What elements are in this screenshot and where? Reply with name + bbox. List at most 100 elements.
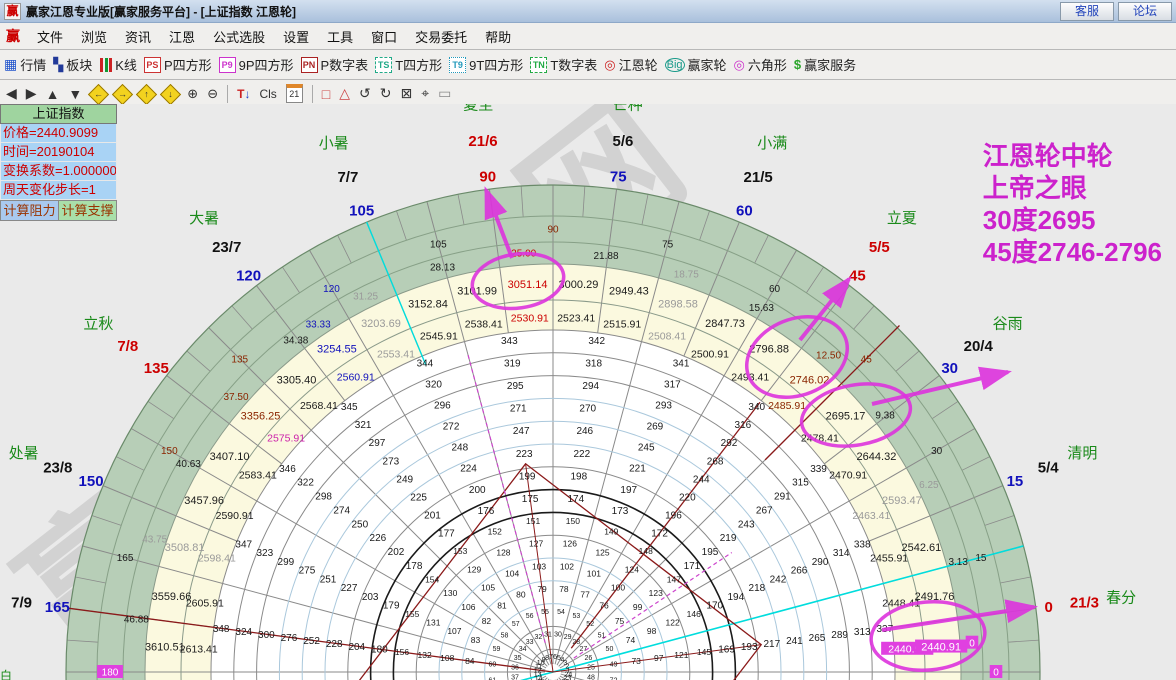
- customer-service-button[interactable]: 客服: [1060, 1, 1114, 21]
- menu-formula-stockpick[interactable]: 公式选股: [204, 24, 274, 49]
- svg-text:3457.96: 3457.96: [184, 495, 224, 507]
- svg-text:34: 34: [519, 646, 527, 653]
- toolbar-kline[interactable]: K线: [99, 55, 137, 74]
- menu-file[interactable]: 文件: [28, 24, 72, 49]
- svg-text:2508.41: 2508.41: [648, 331, 686, 343]
- square-tool-button[interactable]: □: [322, 86, 330, 102]
- svg-text:82: 82: [482, 616, 492, 626]
- toolbar-winner-wheel[interactable]: Big 赢家轮: [664, 55, 727, 74]
- menu-settings[interactable]: 设置: [274, 24, 318, 49]
- toolbar-9t-square[interactable]: T9 9T四方形: [449, 55, 523, 74]
- menu-help[interactable]: 帮助: [476, 24, 520, 49]
- nav-right-button[interactable]: ▶: [26, 85, 37, 102]
- svg-text:126: 126: [563, 539, 577, 549]
- svg-text:32: 32: [534, 634, 542, 641]
- toolbar-p-table[interactable]: PN P数字表: [300, 55, 368, 74]
- screen-button[interactable]: ▭: [438, 85, 451, 102]
- calc-support-button[interactable]: 计算支撑: [59, 200, 117, 221]
- toolbar-hexagon[interactable]: ◎ 六角形: [734, 55, 787, 74]
- svg-text:60: 60: [736, 202, 753, 219]
- delete-box-button[interactable]: ⊠: [401, 85, 413, 102]
- svg-text:3559.66: 3559.66: [152, 591, 192, 603]
- svg-text:176: 176: [478, 506, 495, 517]
- svg-text:9.38: 9.38: [875, 410, 895, 421]
- toolbar-9p-square[interactable]: P9 9P四方形: [218, 55, 294, 74]
- svg-text:135: 135: [231, 354, 248, 365]
- svg-text:21/6: 21/6: [468, 133, 497, 150]
- candlestick-icon: [99, 57, 113, 72]
- svg-text:129: 129: [467, 564, 481, 574]
- menu-trade[interactable]: 交易委托: [406, 24, 476, 49]
- svg-text:135: 135: [144, 360, 169, 377]
- svg-text:345: 345: [341, 402, 358, 413]
- date-value: 时间=20190104: [0, 143, 117, 162]
- svg-text:316: 316: [735, 420, 752, 431]
- svg-text:37.50: 37.50: [224, 392, 249, 403]
- menu-gann[interactable]: 江恩: [160, 24, 204, 49]
- center-target-button[interactable]: ⌖: [421, 85, 429, 102]
- parameter-panel: 上证指数 价格=2440.9099 时间=20190104 变换系数=1.000…: [0, 104, 117, 221]
- svg-text:57: 57: [512, 621, 520, 628]
- step-down-button[interactable]: ↓: [160, 83, 182, 106]
- svg-text:193: 193: [741, 642, 758, 653]
- step-up-button[interactable]: ↑: [136, 83, 158, 106]
- toolbar-winner-service[interactable]: $ 赢家服务: [794, 55, 856, 74]
- svg-text:8: 8: [545, 655, 549, 662]
- svg-text:76: 76: [599, 600, 609, 610]
- calc-resistance-button[interactable]: 计算阻力: [0, 200, 59, 221]
- toolbar-t-square[interactable]: TS T四方形: [375, 55, 442, 74]
- menu-tools[interactable]: 工具: [318, 24, 362, 49]
- cls-button[interactable]: Cls: [259, 87, 276, 101]
- svg-text:251: 251: [320, 574, 337, 585]
- menu-window[interactable]: 窗口: [362, 24, 406, 49]
- svg-text:30: 30: [931, 446, 943, 457]
- svg-text:小暑: 小暑: [319, 135, 349, 152]
- rotate-ccw-button[interactable]: ↺: [359, 85, 371, 102]
- svg-text:173: 173: [612, 506, 629, 517]
- target-red-icon: ◎: [604, 56, 616, 72]
- zoom-out-button[interactable]: ⊖: [207, 86, 218, 102]
- toolbar-p-square[interactable]: PS P四方形: [143, 55, 212, 74]
- svg-text:2485.91: 2485.91: [768, 400, 806, 412]
- calendar-icon[interactable]: 21: [285, 84, 303, 103]
- svg-text:43.75: 43.75: [142, 534, 167, 545]
- svg-text:249: 249: [396, 474, 413, 485]
- svg-text:20/4: 20/4: [964, 338, 994, 355]
- svg-text:219: 219: [720, 533, 737, 544]
- svg-text:128: 128: [496, 547, 510, 557]
- svg-text:340: 340: [748, 402, 765, 413]
- svg-text:15: 15: [1007, 473, 1024, 490]
- zoom-in-button[interactable]: ⊕: [187, 86, 198, 102]
- svg-text:228: 228: [326, 639, 343, 650]
- rotate-right-button[interactable]: →: [112, 83, 134, 106]
- svg-text:33: 33: [526, 639, 534, 646]
- rotate-left-button[interactable]: ←: [88, 83, 110, 106]
- svg-text:0: 0: [969, 638, 975, 649]
- svg-text:299: 299: [278, 557, 295, 568]
- triangle-tool-button[interactable]: △: [339, 85, 350, 102]
- toolbar-gann-wheel[interactable]: ◎ 江恩轮: [604, 55, 657, 74]
- svg-text:2598.41: 2598.41: [198, 553, 236, 565]
- svg-text:342: 342: [588, 336, 605, 347]
- menu-news[interactable]: 资讯: [116, 24, 160, 49]
- svg-text:148: 148: [639, 546, 653, 556]
- nav-up-button[interactable]: ▲: [46, 86, 60, 102]
- svg-text:272: 272: [443, 422, 460, 433]
- svg-text:60: 60: [769, 284, 781, 295]
- toolbar-sectors[interactable]: ▚ 板块: [53, 55, 92, 74]
- svg-text:243: 243: [738, 519, 755, 530]
- pn-badge-icon: PN: [300, 56, 318, 73]
- svg-text:2440.91: 2440.91: [921, 642, 961, 654]
- toolbar-t-table[interactable]: TN T数字表: [530, 55, 597, 74]
- toolbar-quotes[interactable]: ▦ 行情: [4, 55, 46, 74]
- grid-icon: ▦: [4, 56, 18, 72]
- nav-down-button[interactable]: ▼: [68, 86, 82, 102]
- rotate-cw-button[interactable]: ↻: [380, 85, 392, 102]
- svg-text:154: 154: [425, 574, 439, 584]
- t-line-button[interactable]: T↓: [237, 87, 250, 101]
- svg-text:15.63: 15.63: [749, 303, 774, 314]
- svg-text:218: 218: [749, 583, 766, 594]
- nav-left-button[interactable]: ◀: [6, 85, 17, 102]
- forum-button[interactable]: 论坛: [1118, 1, 1172, 21]
- menu-browse[interactable]: 浏览: [72, 24, 116, 49]
